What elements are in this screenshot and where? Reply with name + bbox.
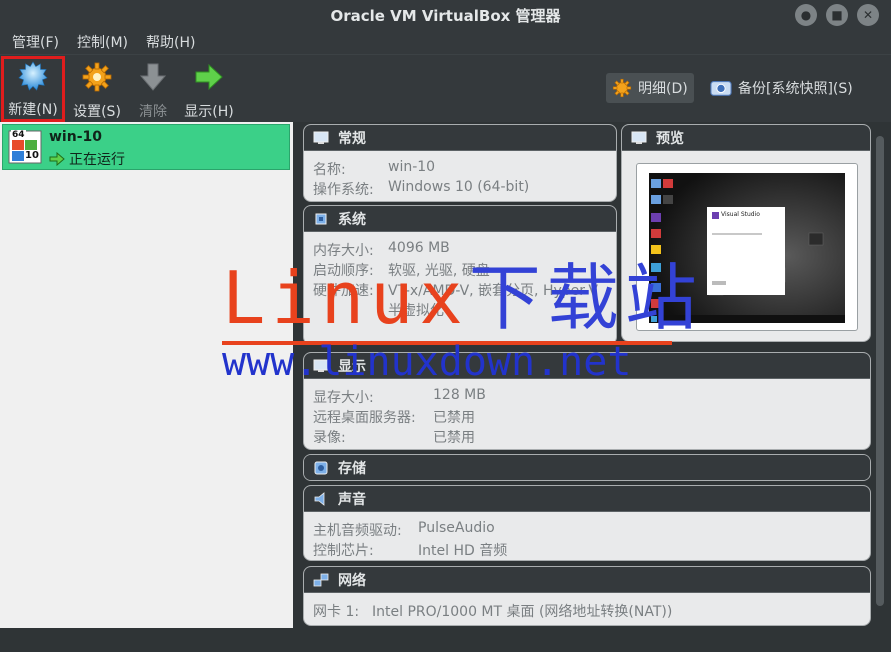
audio-controller-key: 控制芯片:: [313, 543, 374, 559]
preview-title: 预览: [656, 130, 684, 147]
watermark-url: www.linuxdown.net: [222, 339, 632, 385]
audio-driver-value: PulseAudio: [418, 520, 495, 536]
discard-button-label: 清除: [139, 104, 167, 120]
menu-manage[interactable]: 管理(F): [12, 32, 59, 52]
window-title: Oracle VM VirtualBox 管理器: [330, 6, 561, 25]
display-rdp-value: 已禁用: [433, 410, 475, 426]
audio-controller-value: Intel HD 音频: [418, 543, 508, 559]
status-bar: [0, 628, 891, 652]
vm-list-item[interactable]: 64 10 win-10 正在运行: [2, 124, 290, 170]
network-adapter-value: Intel PRO/1000 MT 桌面 (网络地址转换(NAT)): [372, 604, 673, 620]
network-icon: [313, 573, 329, 586]
preview-vs-title: Visual Studio: [721, 211, 760, 218]
details-scrollbar[interactable]: [876, 136, 884, 606]
watermark-brand: Linux下载站: [222, 262, 703, 334]
title-bar: Oracle VM VirtualBox 管理器 ● ■ ✕: [0, 0, 891, 30]
system-memory-value: 4096 MB: [388, 240, 450, 256]
close-button[interactable]: ✕: [857, 4, 879, 26]
camera-icon: [710, 81, 732, 96]
details-button[interactable]: 明细(D): [606, 73, 694, 103]
watermark-brand-text: Linux: [222, 256, 469, 340]
minimize-button[interactable]: ●: [795, 4, 817, 26]
chip-icon: [315, 213, 327, 224]
system-title: 系统: [338, 211, 366, 228]
new-starburst-icon: [18, 61, 48, 91]
preview-monitor-icon: [631, 131, 647, 144]
settings-button[interactable]: 设置(S): [66, 59, 128, 121]
os-badge-top: 64: [11, 130, 26, 140]
display-recording-key: 录像:: [313, 430, 346, 446]
windows-10-os-icon: 64 10: [8, 130, 42, 164]
arrow-down-icon: [139, 63, 167, 91]
running-arrow-icon: [49, 152, 65, 166]
network-title: 网络: [338, 572, 366, 589]
gear-icon: [82, 62, 112, 92]
general-os-value: Windows 10 (64-bit): [388, 179, 530, 195]
toolbar: 新建(N) 设置(S) 清除 显示(H) 明细(D) 备份[系统快照](S): [0, 54, 891, 122]
snapshots-button-label: 备份[系统快照](S): [738, 81, 853, 97]
speaker-icon: [314, 491, 325, 506]
audio-section-header[interactable]: 声音: [304, 486, 870, 512]
new-button-label: 新建(N): [8, 102, 58, 118]
storage-section-header[interactable]: 存储: [304, 455, 870, 480]
vm-state: 正在运行: [49, 149, 125, 169]
audio-title: 声音: [338, 491, 366, 508]
new-button[interactable]: 新建(N): [1, 56, 65, 122]
os-badge-bottom: 10: [24, 150, 40, 161]
watermark-brand-cn: 下载站: [468, 256, 703, 340]
general-name-value: win-10: [388, 159, 436, 175]
network-section: 网络 网卡 1: Intel PRO/1000 MT 桌面 (网络地址转换(NA…: [303, 566, 871, 626]
menu-control[interactable]: 控制(M): [77, 32, 128, 52]
discard-button[interactable]: 清除: [122, 59, 184, 121]
preview-section-header[interactable]: 预览: [622, 125, 870, 151]
general-section: 常规 名称: win-10 操作系统: Windows 10 (64-bit): [303, 124, 617, 202]
vm-state-label: 正在运行: [69, 152, 125, 168]
details-gear-icon: [612, 78, 632, 98]
snapshots-button[interactable]: 备份[系统快照](S): [704, 73, 859, 103]
audio-section: 声音 主机音频驱动: PulseAudio 控制芯片: Intel HD 音频: [303, 485, 871, 561]
details-button-label: 明细(D): [638, 81, 688, 97]
display-rdp-key: 远程桌面服务器:: [313, 410, 416, 426]
network-adapter-key: 网卡 1:: [313, 604, 360, 620]
network-section-header[interactable]: 网络: [304, 567, 870, 593]
settings-button-label: 设置(S): [73, 104, 121, 120]
arrow-right-icon: [195, 63, 223, 91]
window-controls: ● ■ ✕: [795, 4, 879, 26]
audio-driver-key: 主机音频驱动:: [313, 523, 402, 539]
show-button-label: 显示(H): [184, 104, 234, 120]
show-button[interactable]: 显示(H): [178, 59, 240, 121]
monitor-icon: [313, 131, 329, 144]
general-title: 常规: [338, 130, 366, 147]
system-section-header[interactable]: 系统: [304, 206, 616, 232]
storage-title: 存储: [338, 461, 366, 477]
vm-name: win-10: [49, 129, 102, 145]
disk-icon: [314, 461, 328, 475]
display-recording-value: 已禁用: [433, 430, 475, 446]
menu-help[interactable]: 帮助(H): [146, 32, 195, 52]
storage-section: 存储: [303, 454, 871, 481]
maximize-button[interactable]: ■: [826, 4, 848, 26]
display-vram-value: 128 MB: [433, 387, 486, 403]
menu-bar: 管理(F) 控制(M) 帮助(H): [0, 30, 891, 54]
general-name-key: 名称:: [313, 162, 346, 178]
general-section-header[interactable]: 常规: [304, 125, 616, 151]
general-os-key: 操作系统:: [313, 182, 374, 198]
display-vram-key: 显存大小:: [313, 390, 374, 406]
